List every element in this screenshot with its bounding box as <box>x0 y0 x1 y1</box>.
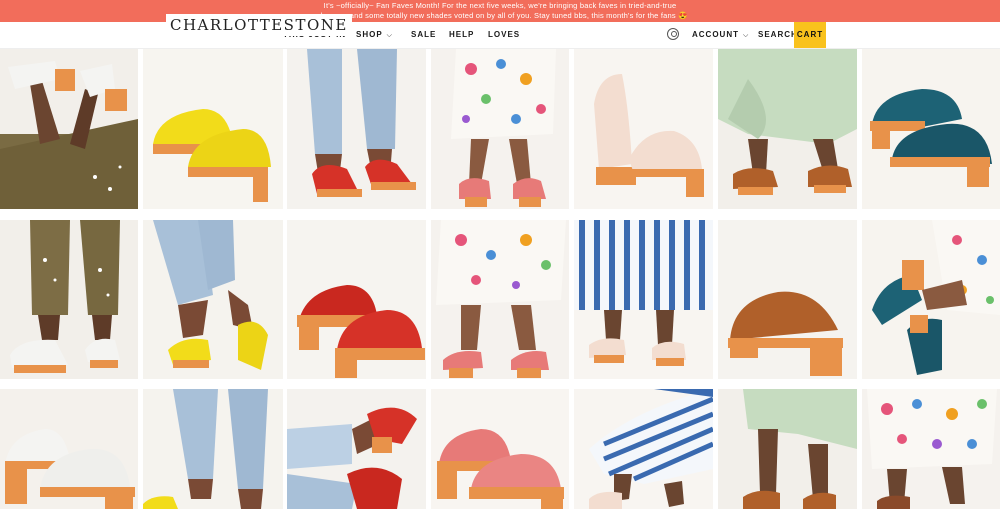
grid-image-20[interactable] <box>718 389 857 509</box>
grid-image-19[interactable] <box>574 389 713 509</box>
grid-image-10[interactable] <box>287 220 426 379</box>
announcement-line-1: It's ~officially~ Fan Faves Month! For t… <box>323 1 677 10</box>
grid-image-13[interactable] <box>718 220 857 379</box>
cart-button[interactable]: CART <box>794 22 826 48</box>
chevron-down-icon: ⌵ <box>386 32 393 39</box>
grid-image-16[interactable] <box>143 389 283 509</box>
grid-image-2[interactable] <box>143 49 283 209</box>
nav-shop-label: SHOP <box>356 30 383 39</box>
grid-image-12[interactable] <box>574 220 713 379</box>
chevron-down-icon: ⌵ <box>743 32 750 39</box>
nav-shop[interactable]: SHOP ⌵ <box>356 30 393 40</box>
announcement-line-2: colorways and some totally new shades vo… <box>312 11 688 20</box>
grid-image-8[interactable] <box>0 220 138 379</box>
grid-image-1[interactable] <box>0 49 138 209</box>
search-link[interactable]: SEARCH <box>758 30 798 39</box>
grid-image-9[interactable] <box>143 220 283 379</box>
grid-image-17[interactable] <box>287 389 426 509</box>
grid-image-21[interactable] <box>862 389 1000 509</box>
nav-sale[interactable]: SALE <box>411 30 436 39</box>
grid-image-3[interactable] <box>287 49 426 209</box>
account-label: ACCOUNT <box>692 30 739 39</box>
grid-image-7[interactable] <box>862 49 1000 209</box>
grid-image-5[interactable] <box>574 49 713 209</box>
grid-image-6[interactable] <box>718 49 857 209</box>
grid-image-14[interactable] <box>862 220 1000 379</box>
account-menu[interactable]: ACCOUNT ⌵ <box>692 30 749 40</box>
product-image-grid <box>0 49 1000 509</box>
nav-loves[interactable]: LOVES <box>488 30 520 39</box>
grid-image-11[interactable] <box>431 220 569 379</box>
grid-image-4[interactable] <box>431 49 569 209</box>
grid-image-18[interactable] <box>431 389 569 509</box>
brand-logo[interactable]: CHARLOTTESTONE <box>166 14 352 36</box>
grid-image-15[interactable] <box>0 389 138 509</box>
account-icon[interactable] <box>667 28 679 40</box>
nav-help[interactable]: HELP <box>449 30 474 39</box>
announcement-bar: It's ~officially~ Fan Faves Month! For t… <box>0 0 1000 22</box>
main-navigation: THIS JUST IN SHOP⌵ SALE HELP LOVES ACCOU… <box>0 22 1000 49</box>
